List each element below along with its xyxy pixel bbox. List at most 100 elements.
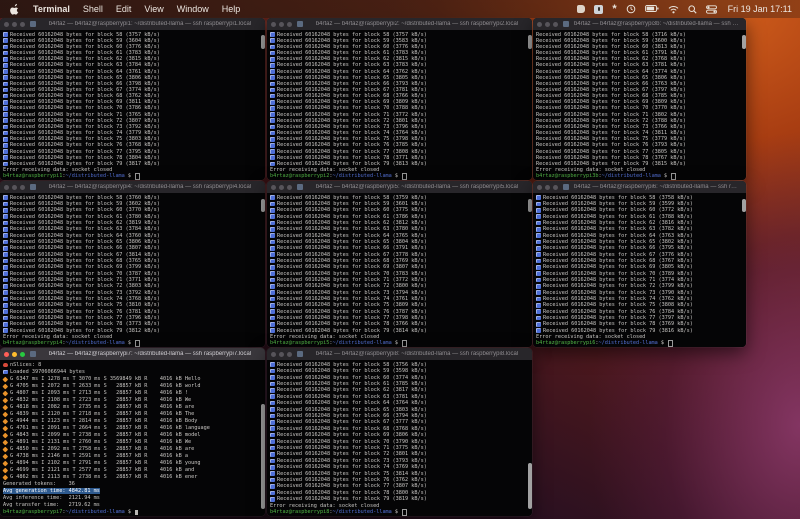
scrollbar-thumb[interactable] xyxy=(742,35,746,49)
spotlight-search-icon[interactable] xyxy=(688,3,697,15)
time-machine-icon[interactable] xyxy=(626,3,636,15)
floppy-disk-icon xyxy=(270,195,275,200)
close-button[interactable] xyxy=(537,184,542,190)
menu-edit[interactable]: Edit xyxy=(116,4,132,14)
terminal-line-text: G 4761 ms I 2091 ms T 2664 ms S 28857 kB… xyxy=(9,425,210,431)
floppy-disk-icon xyxy=(536,220,541,226)
terminal-window-pi1[interactable]: b4rtaz — b4rtaz@raspberrypi1: ~/distribu… xyxy=(0,18,265,180)
floppy-disk-icon xyxy=(3,44,8,50)
close-button[interactable] xyxy=(4,21,9,27)
menu-clock[interactable]: Fri 19 Jan 17:11 xyxy=(728,4,792,14)
scrollbar-thumb[interactable] xyxy=(261,198,265,213)
minimize-button[interactable] xyxy=(279,351,284,357)
minimize-button[interactable] xyxy=(12,184,17,190)
scrollbar-thumb[interactable] xyxy=(742,198,746,213)
floppy-disk-icon xyxy=(536,208,541,213)
zoom-button[interactable] xyxy=(553,184,558,190)
window-titlebar[interactable]: b4rtaz — b4rtaz@raspberrypi8: ~/distribu… xyxy=(267,348,532,360)
orange-diamond-icon xyxy=(2,474,8,480)
zoom-button[interactable] xyxy=(20,184,25,190)
scrollbar[interactable] xyxy=(742,194,746,346)
terminal-window-pi7[interactable]: b4rtaz — b4rtaz@raspberrypi7: ~/distribu… xyxy=(0,348,265,516)
close-button[interactable] xyxy=(4,184,9,190)
terminal-line-text: G 6347 ms I 1278 ms T 3070 ms S 3569849 … xyxy=(9,376,201,382)
close-button[interactable] xyxy=(271,351,276,357)
terminal-window-pi5[interactable]: b4rtaz — b4rtaz@raspberrypi5: ~/distribu… xyxy=(267,181,532,347)
terminal-window-pi6[interactable]: b4rtaz — b4rtaz@raspberrypi6: ~/distribu… xyxy=(533,181,746,347)
minimize-button[interactable] xyxy=(545,184,550,190)
terminal-body[interactable]: nSlices: 8 Loaded 39706066944 bytes G 6347… xyxy=(0,360,265,516)
terminal-line-text: Received 60162048 bytes for block 75 (38… xyxy=(276,470,427,477)
terminal-line-text: Received 60162048 bytes for block 58 (37… xyxy=(276,194,427,201)
scrollbar[interactable] xyxy=(261,194,265,346)
scrollbar-thumb[interactable] xyxy=(528,198,532,213)
terminal-line-text: Received 60162048 bytes for block 58 (37… xyxy=(276,361,427,368)
menu-view[interactable]: View xyxy=(144,4,163,14)
zoom-button[interactable] xyxy=(20,21,25,27)
terminal-window-pi2[interactable]: b4rtaz — b4rtaz@raspberrypi2: ~/distribu… xyxy=(267,18,532,180)
window-titlebar[interactable]: b4rtaz — b4rtaz@raspberrypi2: ~/distribu… xyxy=(267,18,532,30)
scrollbar[interactable] xyxy=(261,31,265,179)
terminal-window-pi8[interactable]: b4rtaz — b4rtaz@raspberrypi8: ~/distribu… xyxy=(267,348,532,516)
window-titlebar[interactable]: b4rtaz — b4rtaz@raspberrypi6: ~/distribu… xyxy=(533,181,746,193)
menu-help[interactable]: Help xyxy=(222,4,241,14)
terminal-body[interactable]: Received 60162048 bytes for block 58 (37… xyxy=(267,360,532,516)
minimize-button[interactable] xyxy=(279,21,284,27)
zoom-button[interactable] xyxy=(287,184,292,190)
close-button[interactable] xyxy=(271,21,276,27)
window-titlebar[interactable]: b4rtaz — b4rtaz@raspberrypi1: ~/distribu… xyxy=(0,18,265,30)
floppy-disk-icon xyxy=(270,161,275,167)
zoom-button[interactable] xyxy=(20,351,25,357)
terminal-line: G 4807 ms I 2093 ms T 2713 ms S 28857 kB… xyxy=(2,390,259,397)
scrollbar-thumb[interactable] xyxy=(528,35,532,49)
zoom-button[interactable] xyxy=(287,351,292,357)
battery-icon[interactable] xyxy=(644,3,659,15)
scrollbar-thumb[interactable] xyxy=(261,35,265,49)
password-app-icon[interactable] xyxy=(594,3,604,15)
terminal-line-text: Received 60162048 bytes for block 69 (38… xyxy=(276,264,427,271)
floppy-disk-icon xyxy=(270,124,275,130)
close-button[interactable] xyxy=(271,184,276,190)
prompt-dollar: $ xyxy=(657,340,668,347)
terminal-body[interactable]: Received 60162048 bytes for block 58 (37… xyxy=(267,30,532,180)
prompt-user-host: b4rtaz@raspberrypi6 xyxy=(536,340,596,347)
asterisk-app-icon[interactable]: * xyxy=(612,3,616,15)
scrollbar[interactable] xyxy=(742,31,746,179)
terminal-line-text: Received 60162048 bytes for block 79 (38… xyxy=(276,496,427,503)
hand-icon[interactable] xyxy=(577,3,586,15)
wifi-icon[interactable] xyxy=(668,3,679,15)
terminal-body[interactable]: Received 60162048 bytes for block 58 (37… xyxy=(0,30,265,180)
apple-menu-icon[interactable] xyxy=(10,3,20,15)
scrollbar-thumb[interactable] xyxy=(528,462,532,509)
minimize-button[interactable] xyxy=(545,21,550,27)
menu-window[interactable]: Window xyxy=(177,4,209,14)
terminal-body[interactable]: Received 60162048 bytes for block 58 (37… xyxy=(533,193,746,347)
terminal-window-pi3b[interactable]: b4rtaz — b4rtaz@raspberrypi3b: ~/distrib… xyxy=(533,18,746,180)
terminal-body[interactable]: Received 60162048 bytes for block 58 (37… xyxy=(0,193,265,347)
window-titlebar[interactable]: b4rtaz — b4rtaz@raspberrypi7: ~/distribu… xyxy=(0,348,265,360)
close-button[interactable] xyxy=(537,21,542,27)
terminal-line-text: Received 60162048 bytes for block 59 (35… xyxy=(276,368,427,375)
terminal-body[interactable]: Received 60162048 bytes for block 58 (37… xyxy=(533,30,746,180)
minimize-button[interactable] xyxy=(279,184,284,190)
zoom-button[interactable] xyxy=(553,21,558,27)
terminal-line-text: Received 60162048 bytes for block 61 (37… xyxy=(276,380,427,387)
scrollbar[interactable] xyxy=(528,31,532,179)
control-center-icon[interactable] xyxy=(705,3,717,15)
window-titlebar[interactable]: b4rtaz — b4rtaz@raspberrypi5: ~/distribu… xyxy=(267,181,532,193)
window-titlebar[interactable]: b4rtaz — b4rtaz@raspberrypi3b: ~/distrib… xyxy=(533,18,746,30)
scrollbar[interactable] xyxy=(528,194,532,346)
close-button[interactable] xyxy=(4,351,9,357)
menu-shell[interactable]: Shell xyxy=(83,4,103,14)
minimize-button[interactable] xyxy=(12,351,17,357)
minimize-button[interactable] xyxy=(12,21,17,27)
scrollbar-thumb[interactable] xyxy=(261,404,265,509)
window-titlebar[interactable]: b4rtaz — b4rtaz@raspberrypi4: ~/distribu… xyxy=(0,181,265,193)
terminal-window-pi4[interactable]: b4rtaz — b4rtaz@raspberrypi4: ~/distribu… xyxy=(0,181,265,347)
zoom-button[interactable] xyxy=(287,21,292,27)
scrollbar[interactable] xyxy=(528,361,532,515)
scrollbar[interactable] xyxy=(261,361,265,515)
menu-app-name[interactable]: Terminal xyxy=(33,4,70,14)
terminal-line-text: Received 60162048 bytes for block 66 (38… xyxy=(9,245,160,252)
terminal-body[interactable]: Received 60162048 bytes for block 58 (37… xyxy=(267,193,532,347)
